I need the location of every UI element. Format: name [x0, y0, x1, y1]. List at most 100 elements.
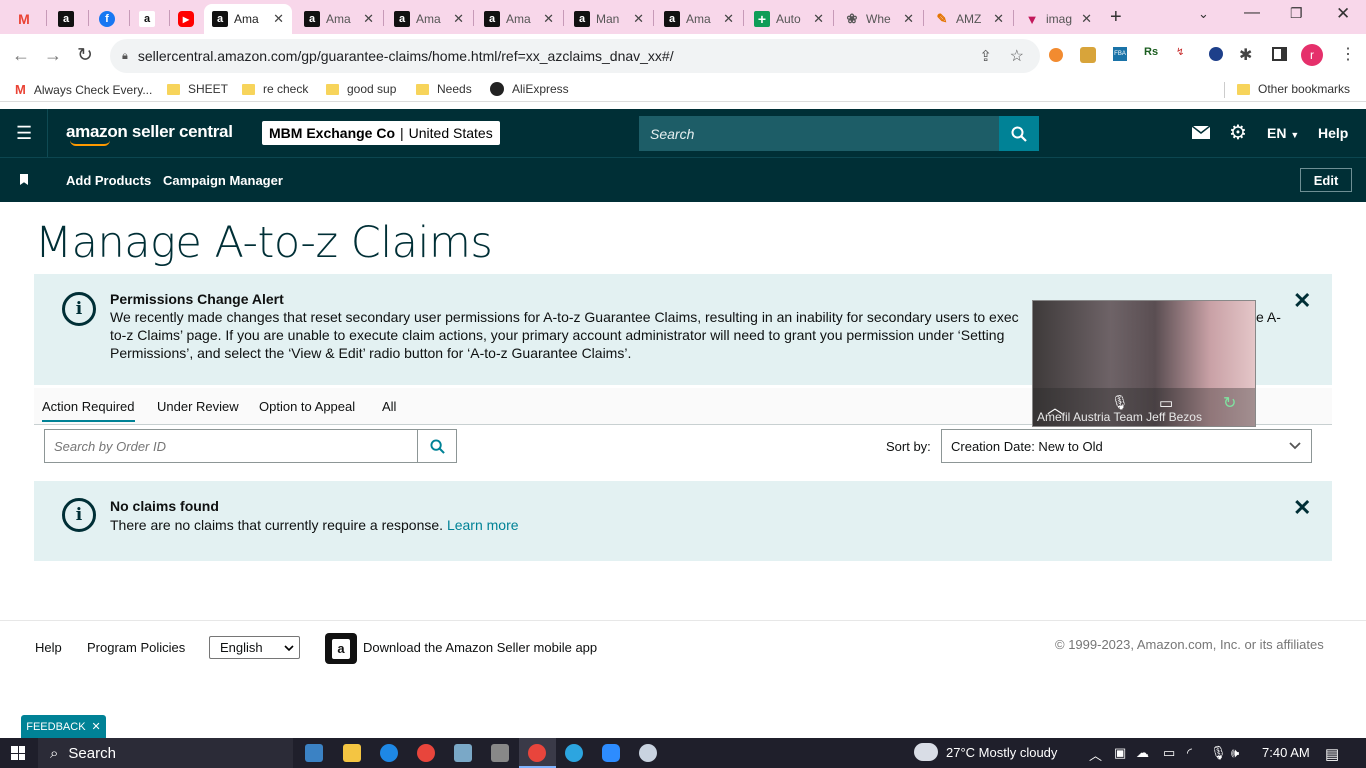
- profile-avatar[interactable]: r: [1301, 44, 1323, 66]
- close-icon[interactable]: ✕: [1293, 495, 1311, 521]
- bookmark-item[interactable]: M Always Check Every...: [15, 82, 152, 97]
- tab-all[interactable]: All: [382, 399, 396, 414]
- bookmark-item[interactable]: AliExpress: [490, 82, 569, 96]
- close-icon[interactable]: ✕: [92, 720, 101, 733]
- close-icon[interactable]: ✕: [363, 11, 374, 27]
- windows-start-icon[interactable]: [11, 746, 25, 760]
- minimize-icon[interactable]: —: [1244, 4, 1260, 22]
- tab-under-review[interactable]: Under Review: [157, 399, 239, 414]
- display-icon[interactable]: ▭: [1163, 745, 1175, 761]
- close-icon[interactable]: ✕: [993, 11, 1004, 27]
- edit-nav-button[interactable]: Edit: [1300, 168, 1352, 192]
- learn-more-link[interactable]: Learn more: [447, 517, 519, 533]
- tab-search-chevron-icon[interactable]: ⌄: [1198, 6, 1209, 22]
- mic-muted-icon[interactable]: 🎙︎: [1111, 394, 1129, 411]
- tab-amazon-3[interactable]: a Ama ✕: [386, 4, 472, 34]
- help-link[interactable]: Help: [1318, 125, 1348, 141]
- url-bar[interactable]: 🔒︎ sellercentral.amazon.com/gp/guarantee…: [110, 39, 1040, 73]
- edge-icon[interactable]: [380, 744, 398, 762]
- search-input[interactable]: Search: [639, 116, 999, 151]
- tab-imag[interactable]: ▼ imag ✕: [1016, 4, 1100, 34]
- extension-icon[interactable]: [1049, 48, 1063, 62]
- zoom-icon[interactable]: [602, 744, 620, 762]
- side-panel-icon[interactable]: [1272, 47, 1287, 61]
- order-search-button[interactable]: [417, 429, 457, 463]
- chevron-up-icon[interactable]: ︿: [1089, 745, 1102, 764]
- share-screen-icon[interactable]: ↻: [1223, 393, 1236, 413]
- feedback-button[interactable]: FEEDBACK ✕: [21, 715, 106, 738]
- tab-amazon-4[interactable]: a Ama ✕: [476, 4, 562, 34]
- language-select[interactable]: English: [209, 636, 300, 659]
- weather-status[interactable]: 27°C Mostly cloudy: [946, 745, 1057, 760]
- close-icon[interactable]: ✕: [543, 11, 554, 27]
- language-selector[interactable]: EN ▼: [1267, 125, 1299, 141]
- telegram-icon[interactable]: [565, 744, 583, 762]
- program-policies-link[interactable]: Program Policies: [87, 640, 185, 655]
- tray-icon[interactable]: ▣: [1114, 745, 1126, 761]
- window-close-icon[interactable]: ✕: [1336, 4, 1350, 24]
- tab-option-to-appeal[interactable]: Option to Appeal: [259, 399, 355, 414]
- gear-icon[interactable]: ⚙: [1229, 120, 1247, 145]
- app-icon[interactable]: [639, 744, 657, 762]
- bookmark-item[interactable]: SHEET: [167, 82, 228, 96]
- download-app-link[interactable]: Download the Amazon Seller mobile app: [363, 640, 597, 655]
- notification-icon[interactable]: ▤: [1325, 745, 1339, 763]
- puzzle-icon[interactable]: ✱: [1239, 45, 1252, 65]
- reload-icon[interactable]: ↻: [77, 44, 93, 67]
- close-icon[interactable]: ✕: [453, 11, 464, 27]
- rs-extension-icon[interactable]: Rs: [1144, 46, 1158, 58]
- restore-icon[interactable]: ❐: [1290, 5, 1303, 22]
- extension-icon[interactable]: ↯: [1176, 47, 1184, 58]
- share-icon[interactable]: ⇪: [979, 47, 992, 65]
- tab-amazon-1[interactable]: a: [50, 4, 86, 34]
- taskbar-search[interactable]: ⌕ Search: [38, 738, 293, 768]
- wifi-icon[interactable]: ◜: [1187, 745, 1192, 761]
- tab-amazon-2[interactable]: a Ama ✕: [296, 4, 382, 34]
- account-switcher[interactable]: MBM Exchange Co | United States: [262, 121, 500, 145]
- bookmark-item[interactable]: good sup: [326, 82, 396, 96]
- close-icon[interactable]: ✕: [723, 11, 734, 27]
- extension-icon[interactable]: [1209, 47, 1223, 61]
- new-tab-icon[interactable]: +: [1110, 6, 1122, 29]
- onedrive-icon[interactable]: ☁: [1136, 745, 1149, 761]
- tab-gmail[interactable]: M: [8, 4, 44, 34]
- tab-action-required[interactable]: Action Required: [42, 399, 135, 422]
- other-bookmarks[interactable]: Other bookmarks: [1237, 82, 1350, 96]
- logo[interactable]: amazon seller central: [66, 122, 233, 142]
- nav-campaign-manager[interactable]: Campaign Manager: [163, 173, 283, 188]
- search-button[interactable]: [999, 116, 1039, 151]
- order-id-search-input[interactable]: Search by Order ID: [44, 429, 418, 463]
- seller-app-icon[interactable]: a: [325, 633, 357, 664]
- microphone-icon[interactable]: 🎙︎: [1210, 745, 1227, 761]
- mail-icon[interactable]: [1191, 125, 1211, 139]
- tab-amazon-6[interactable]: a Ama ✕: [656, 4, 742, 34]
- tab-amazon-smile[interactable]: a: [131, 4, 167, 34]
- close-icon[interactable]: ✕: [1293, 288, 1311, 314]
- tab-amazon-5[interactable]: a Man ✕: [566, 4, 652, 34]
- close-icon[interactable]: ✕: [813, 11, 824, 27]
- video-call-overlay[interactable]: ︿ 🎙︎ ▭ ↻ Amefil Austria Team Jeff Bezos: [1032, 300, 1256, 427]
- close-icon[interactable]: ✕: [1081, 11, 1092, 27]
- volume-icon[interactable]: 🕪: [1231, 745, 1239, 761]
- forward-icon[interactable]: →: [44, 45, 62, 66]
- clock[interactable]: 7:40 AM: [1262, 745, 1310, 760]
- hamburger-menu-icon[interactable]: ☰: [16, 123, 32, 144]
- bookmark-icon[interactable]: [20, 174, 28, 185]
- menu-dots-icon[interactable]: ⋮: [1340, 44, 1356, 64]
- tab-youtube[interactable]: ▶: [170, 4, 204, 34]
- extension-icon[interactable]: [1080, 47, 1096, 63]
- fba-extension-icon[interactable]: FBA: [1113, 47, 1127, 61]
- tab-facebook[interactable]: f: [91, 4, 127, 34]
- bookmark-item[interactable]: Needs: [416, 82, 472, 96]
- close-icon[interactable]: ✕: [273, 11, 284, 27]
- tab-paw[interactable]: ❀ Whe ✕: [836, 4, 922, 34]
- chrome-active-icon[interactable]: [528, 744, 546, 762]
- tab-amz[interactable]: ✎ AMZ ✕: [926, 4, 1012, 34]
- back-icon[interactable]: ←: [12, 45, 30, 66]
- file-explorer-icon[interactable]: [343, 744, 361, 762]
- chrome-icon[interactable]: [417, 744, 435, 762]
- task-view-icon[interactable]: [305, 744, 323, 762]
- nav-add-products[interactable]: Add Products: [66, 173, 151, 188]
- close-icon[interactable]: ✕: [903, 11, 914, 27]
- bookmark-item[interactable]: re check: [242, 82, 308, 96]
